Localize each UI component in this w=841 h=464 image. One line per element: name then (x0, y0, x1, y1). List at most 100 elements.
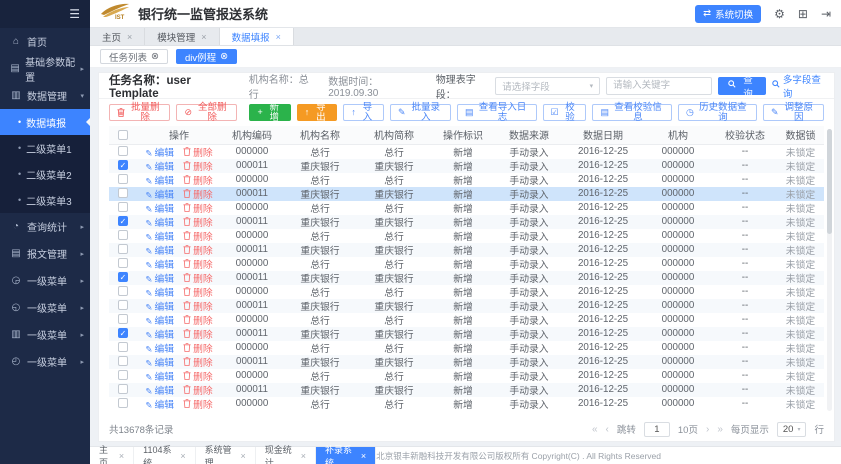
delete-link[interactable]: 删除 (183, 232, 213, 243)
close-icon[interactable]: × (361, 451, 366, 461)
row-checkbox[interactable] (118, 146, 128, 156)
delete-link[interactable]: 删除 (183, 288, 213, 299)
sidebar-subitem-submenu1[interactable]: • 二级菜单1 (0, 135, 90, 161)
multi-field-query-link[interactable]: 多字段查询 (772, 72, 824, 100)
table-row[interactable]: ✓✎编辑删除000011重庆银行重庆银行新增手动录入2016-12-250000… (109, 327, 824, 341)
close-icon[interactable]: × (201, 32, 206, 42)
delete-link[interactable]: 删除 (183, 344, 213, 355)
delete-link[interactable]: 删除 (183, 330, 213, 341)
delete-link[interactable]: 删除 (183, 190, 213, 201)
table-row[interactable]: ✎编辑删除000000总行总行新增手动录入2016-12-25000000--未… (109, 313, 824, 327)
row-checkbox[interactable] (118, 300, 128, 310)
close-icon[interactable]: × (241, 451, 246, 461)
sidebar-subitem-submenu2[interactable]: • 二级菜单2 (0, 161, 90, 187)
page-size-select[interactable]: 20 ▾ (777, 422, 807, 437)
table-row[interactable]: ✎编辑删除000000总行总行新增手动录入2016-12-25000000--未… (109, 341, 824, 355)
batch-delete-button[interactable]: 批量删除 (109, 104, 170, 121)
table-row[interactable]: ✎编辑删除000011重庆银行重庆银行新增手动录入2016-12-2500000… (109, 355, 824, 369)
table-row[interactable]: ✎编辑删除000011重庆银行重庆银行新增手动录入2016-12-2500000… (109, 299, 824, 313)
row-checkbox[interactable] (118, 356, 128, 366)
sidebar-item-base-params[interactable]: ▤ 基础参数配置 ▸ (0, 55, 90, 82)
delete-link[interactable]: 删除 (183, 316, 213, 327)
vertical-scrollbar[interactable] (827, 129, 832, 411)
edit-link[interactable]: ✎编辑 (145, 288, 174, 299)
gear-icon[interactable]: ⚙ (774, 8, 785, 20)
close-icon[interactable]: × (180, 451, 185, 461)
field-select[interactable]: 请选择字段 ▾ (495, 77, 600, 95)
close-circle-icon[interactable]: ⊗ (220, 51, 228, 62)
table-row[interactable]: ✓✎编辑删除000011重庆银行重庆银行新增手动录入2016-12-250000… (109, 271, 824, 285)
last-page-icon[interactable]: » (717, 424, 723, 435)
search-button[interactable]: 查询 (718, 77, 766, 95)
sidebar-item-message-management[interactable]: ▤ 报文管理 ▸ (0, 240, 90, 267)
apps-grid-icon[interactable]: ⊞ (798, 8, 808, 20)
row-checkbox[interactable] (118, 244, 128, 254)
edit-link[interactable]: ✎编辑 (145, 274, 174, 285)
table-row[interactable]: ✎编辑删除000000总行总行新增手动录入2016-12-25000000--未… (109, 173, 824, 187)
keyword-input[interactable] (606, 77, 712, 95)
table-row[interactable]: ✓✎编辑删除000011重庆银行重庆银行新增手动录入2016-12-250000… (109, 215, 824, 229)
sidebar-item-menu1[interactable]: ◶ 一级菜单 ▸ (0, 267, 90, 294)
table-row[interactable]: ✎编辑删除000000总行总行新增手动录入2016-12-25000000--未… (109, 369, 824, 383)
edit-link[interactable]: ✎编辑 (145, 246, 174, 257)
edit-link[interactable]: ✎编辑 (145, 204, 174, 215)
edit-link[interactable]: ✎编辑 (145, 344, 174, 355)
row-checkbox[interactable] (118, 370, 128, 380)
tab-data-entry[interactable]: 数据填报 × (220, 28, 294, 45)
row-checkbox[interactable] (118, 258, 128, 268)
delete-link[interactable]: 删除 (183, 218, 213, 229)
bottom-tab-system-management[interactable]: 系统管理 × (196, 447, 256, 464)
table-row[interactable]: ✎编辑删除000000总行总行新增手动录入2016-12-25000000--未… (109, 257, 824, 271)
table-row[interactable]: ✎编辑删除000000总行总行新增手动录入2016-12-25000000--未… (109, 201, 824, 215)
delete-link[interactable]: 删除 (183, 176, 213, 187)
bottom-tab-home[interactable]: 主页 × (90, 447, 134, 464)
row-checkbox[interactable] (118, 286, 128, 296)
sidebar-item-home[interactable]: ⌂ 首页 (0, 28, 90, 55)
delete-link[interactable]: 删除 (183, 400, 213, 411)
batch-entry-button[interactable]: ✎ 批量录入 (390, 104, 451, 121)
edit-link[interactable]: ✎编辑 (145, 148, 174, 159)
delete-all-button[interactable]: ⊘ 全部删除 (176, 104, 237, 121)
bottom-tab-cash-stats[interactable]: 现金统计 × (256, 447, 316, 464)
table-row[interactable]: ✎编辑删除000000总行总行新增手动录入2016-12-25000000--未… (109, 144, 824, 159)
row-checkbox[interactable] (118, 174, 128, 184)
sidebar-subitem-submenu3[interactable]: • 二级菜单3 (0, 187, 90, 213)
bottom-tab-1104-system[interactable]: 1104系统 × (134, 447, 195, 464)
add-button[interactable]: + 新增 (249, 104, 290, 121)
sidebar-item-menu3[interactable]: ▥ 一级菜单 ▸ (0, 321, 90, 348)
edit-link[interactable]: ✎编辑 (145, 162, 174, 173)
row-checkbox[interactable] (118, 398, 128, 408)
tab-module-management[interactable]: 模块管理 × (145, 28, 219, 45)
close-icon[interactable]: × (127, 32, 132, 42)
import-button[interactable]: ↑ 导入 (343, 104, 384, 121)
logout-icon[interactable]: ⇥ (821, 8, 831, 20)
delete-link[interactable]: 删除 (183, 386, 213, 397)
edit-link[interactable]: ✎编辑 (145, 358, 174, 369)
edit-link[interactable]: ✎编辑 (145, 176, 174, 187)
sidebar-subitem-data-entry[interactable]: • 数据填报 (0, 109, 90, 135)
adjust-reason-button[interactable]: ✎ 调整原因 (763, 104, 824, 121)
row-checkbox[interactable]: ✓ (118, 272, 128, 282)
import-log-button[interactable]: ▤ 查看导入日志 (457, 104, 537, 121)
edit-link[interactable]: ✎编辑 (145, 260, 174, 271)
page-number-input[interactable] (644, 422, 670, 437)
tab-home[interactable]: 主页 × (90, 28, 145, 45)
collapse-menu-icon[interactable]: ☰ (69, 7, 80, 21)
first-page-icon[interactable]: « (592, 424, 598, 435)
delete-link[interactable]: 删除 (183, 162, 213, 173)
delete-link[interactable]: 删除 (183, 302, 213, 313)
edit-link[interactable]: ✎编辑 (145, 302, 174, 313)
edit-link[interactable]: ✎编辑 (145, 316, 174, 327)
delete-link[interactable]: 删除 (183, 204, 213, 215)
sidebar-item-menu4[interactable]: ◴ 一级菜单 ▸ (0, 348, 90, 375)
delete-link[interactable]: 删除 (183, 372, 213, 383)
table-row[interactable]: ✎编辑删除000011重庆银行重庆银行新增手动录入2016-12-2500000… (109, 187, 824, 201)
row-checkbox[interactable] (118, 314, 128, 324)
system-switch-button[interactable]: ⇄ 系统切换 (695, 5, 761, 23)
close-icon[interactable]: × (119, 451, 124, 461)
table-row[interactable]: ✓✎编辑删除000011重庆银行重庆银行新增手动录入2016-12-250000… (109, 159, 824, 173)
table-row[interactable]: ✎编辑删除000000总行总行新增手动录入2016-12-25000000--未… (109, 397, 824, 411)
table-row[interactable]: ✎编辑删除000000总行总行新增手动录入2016-12-25000000--未… (109, 285, 824, 299)
close-circle-icon[interactable]: ⊗ (151, 51, 159, 62)
row-checkbox[interactable] (118, 202, 128, 212)
